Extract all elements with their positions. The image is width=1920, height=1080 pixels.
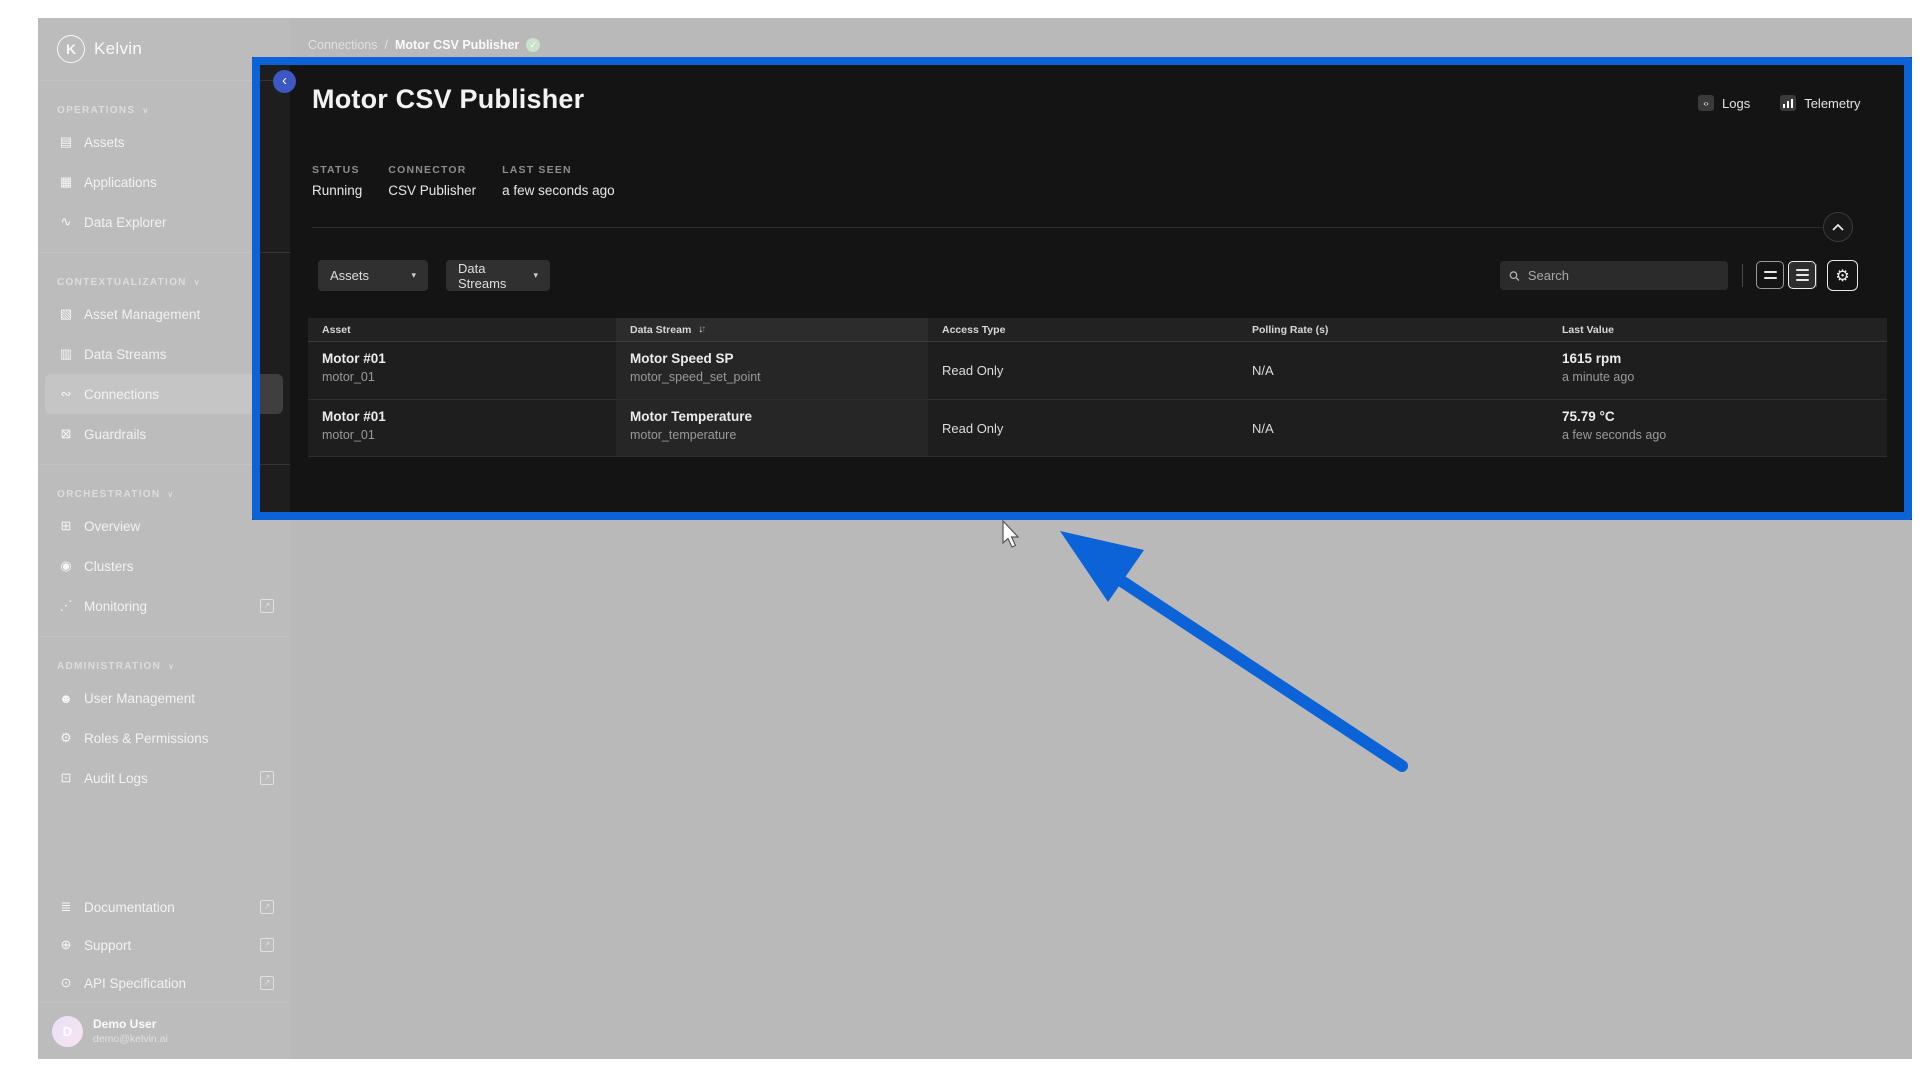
column-header-label: Data Stream xyxy=(630,324,691,336)
logs-button[interactable]: ‹› Logs xyxy=(1698,95,1750,111)
last-seen-value: a few seconds ago xyxy=(502,183,615,198)
last-value-cell: 75.79 °C a few seconds ago xyxy=(1548,400,1887,456)
status-value: Running xyxy=(312,183,362,198)
last-value: 75.79 °C xyxy=(1562,409,1887,424)
data-streams-table: Asset Data Stream ↓↑ Access Type Polling… xyxy=(308,318,1887,457)
access-type-cell: Read Only xyxy=(928,342,1238,399)
connection-meta: STATUS Running CONNECTOR CSV Publisher L… xyxy=(312,164,615,198)
data-streams-dropdown[interactable]: Data Streams ▾ xyxy=(446,260,550,291)
toolbar-divider xyxy=(1742,264,1743,287)
screenshot-canvas: K Kelvin˙ OPERATIONS ∨ ▤ Assets ▦ Applic… xyxy=(0,0,1920,1080)
stream-id: motor_speed_set_point xyxy=(630,370,928,384)
data-streams-dropdown-label: Data Streams xyxy=(458,261,523,291)
assets-dropdown-label: Assets xyxy=(330,268,369,283)
asset-name: Motor #01 xyxy=(322,351,616,366)
sort-asc-icon: ↑ xyxy=(701,324,706,335)
sort-icons: ↓↑ xyxy=(698,324,706,335)
stream-id: motor_temperature xyxy=(630,428,928,442)
asset-id: motor_01 xyxy=(322,370,616,384)
asset-id: motor_01 xyxy=(322,428,616,442)
column-header-data-stream[interactable]: Data Stream ↓↑ xyxy=(616,318,928,341)
caret-down-icon: ▾ xyxy=(411,270,416,281)
meta-label: LAST SEEN xyxy=(502,164,615,176)
meta-status: STATUS Running xyxy=(312,164,362,198)
asset-cell: Motor #01 motor_01 xyxy=(308,342,616,399)
telemetry-button[interactable]: Telemetry xyxy=(1780,95,1860,111)
meta-last-seen: LAST SEEN a few seconds ago xyxy=(502,164,615,198)
table-header-row: Asset Data Stream ↓↑ Access Type Polling… xyxy=(308,318,1887,342)
access-type-cell: Read Only xyxy=(928,400,1238,456)
last-value-time: a minute ago xyxy=(1562,370,1887,384)
stream-name: Motor Temperature xyxy=(630,409,928,424)
meta-label: STATUS xyxy=(312,164,362,176)
stream-name: Motor Speed SP xyxy=(630,351,928,366)
polling-rate-cell: N/A xyxy=(1238,342,1548,399)
toolbar-divider xyxy=(1816,264,1817,287)
meta-connector: CONNECTOR CSV Publisher xyxy=(388,164,476,198)
chevron-up-icon xyxy=(1832,224,1844,231)
section-divider xyxy=(312,227,1823,228)
asset-name: Motor #01 xyxy=(322,409,616,424)
search-icon xyxy=(1509,270,1520,282)
compact-view-button[interactable] xyxy=(1756,261,1784,289)
last-value: 1615 rpm xyxy=(1562,351,1887,366)
meta-label: CONNECTOR xyxy=(388,164,476,176)
search-input[interactable] xyxy=(1526,267,1719,284)
dim-overlay-bottom xyxy=(38,520,1912,1059)
dim-overlay-left xyxy=(38,57,252,520)
column-header-access-type[interactable]: Access Type xyxy=(928,318,1238,341)
compact-view-icon xyxy=(1764,271,1777,273)
list-view-icon xyxy=(1796,269,1809,271)
page-title: Motor CSV Publisher xyxy=(312,84,584,115)
last-value-time: a few seconds ago xyxy=(1562,428,1887,442)
gear-icon: ⚙ xyxy=(1835,266,1849,286)
logs-icon: ‹› xyxy=(1698,95,1714,111)
data-stream-cell: Motor Temperature motor_temperature xyxy=(616,400,928,456)
dim-overlay-top xyxy=(38,18,1912,57)
search-box xyxy=(1500,261,1728,290)
column-header-polling-rate[interactable]: Polling Rate (s) xyxy=(1238,318,1548,341)
data-stream-cell: Motor Speed SP motor_speed_set_point xyxy=(616,342,928,399)
logs-label: Logs xyxy=(1722,96,1750,111)
column-header-last-value[interactable]: Last Value xyxy=(1548,318,1887,341)
table-row[interactable]: Motor #01 motor_01 Motor Speed SP motor_… xyxy=(308,342,1887,400)
telemetry-icon xyxy=(1780,95,1796,111)
polling-rate-cell: N/A xyxy=(1238,400,1548,456)
caret-down-icon: ▾ xyxy=(533,270,538,281)
filter-toolbar: Assets ▾ Data Streams ▾ xyxy=(290,260,1912,291)
asset-cell: Motor #01 motor_01 xyxy=(308,400,616,456)
assets-dropdown[interactable]: Assets ▾ xyxy=(318,260,428,291)
list-view-button[interactable] xyxy=(1788,261,1816,289)
last-value-cell: 1615 rpm a minute ago xyxy=(1548,342,1887,399)
page-actions: ‹› Logs Telemetry xyxy=(1698,95,1861,111)
collapse-sidebar-button[interactable]: ‹ xyxy=(273,70,296,93)
connector-value: CSV Publisher xyxy=(388,183,476,198)
table-row[interactable]: Motor #01 motor_01 Motor Temperature mot… xyxy=(308,400,1887,457)
telemetry-label: Telemetry xyxy=(1804,96,1860,111)
settings-gear-button[interactable]: ⚙ xyxy=(1827,260,1858,291)
column-header-asset[interactable]: Asset xyxy=(308,318,616,341)
collapse-details-button[interactable] xyxy=(1823,212,1853,242)
